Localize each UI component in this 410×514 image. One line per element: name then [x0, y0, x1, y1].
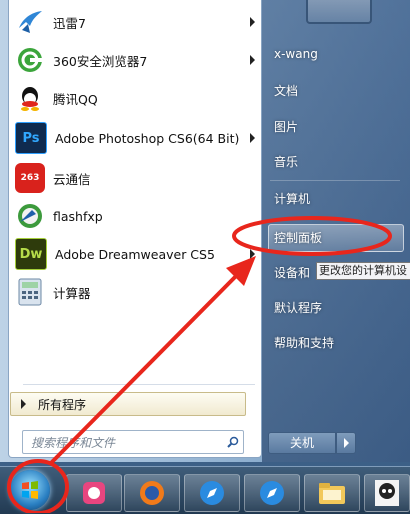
right-arrow-icon [21, 399, 26, 409]
photoshop-icon-text: Ps [22, 130, 40, 146]
search-input[interactable]: 搜索程序和文件 [23, 434, 223, 451]
compass-browser-icon [200, 481, 224, 505]
flashfxp-icon [15, 201, 45, 231]
program-item-360-browser[interactable]: 360安全浏览器7 [15, 42, 255, 78]
program-label: flashfxp [53, 208, 103, 224]
all-programs-label: 所有程序 [38, 397, 87, 412]
program-item-flashfxp[interactable]: flashfxp [15, 198, 255, 234]
submenu-arrow-icon[interactable] [250, 17, 255, 27]
pictures-link[interactable]: 图片 [274, 118, 298, 135]
taskbar-avatar-app[interactable] [364, 474, 410, 512]
firefox-icon [140, 481, 164, 505]
help-support-link[interactable]: 帮助和支持 [274, 334, 334, 351]
program-label: 360安全浏览器7 [53, 53, 148, 69]
divider [270, 180, 400, 181]
taskbar-firefox[interactable] [124, 474, 180, 512]
folder-icon [319, 483, 345, 504]
program-label: 计算器 [53, 285, 91, 301]
compass-browser-icon [260, 481, 284, 505]
program-item-qq[interactable]: 腾讯QQ [15, 80, 255, 116]
programs-pane: 迅雷7 360安全浏览器7 腾讯QQ Ps Adobe Photoshop CS… [8, 0, 262, 458]
qq-icon [15, 83, 45, 113]
photoshop-icon: Ps [15, 122, 47, 154]
devices-printers-link[interactable]: 设备和 [274, 264, 310, 281]
divider [23, 384, 255, 385]
program-label: Adobe Photoshop CS6(64 Bit) [55, 130, 240, 146]
shutdown-options-arrow-icon[interactable] [336, 432, 356, 454]
taskbar-chat-app[interactable] [66, 474, 122, 512]
program-item-thunder[interactable]: 迅雷7 [15, 4, 255, 40]
taskbar-explorer[interactable] [304, 474, 360, 512]
shutdown-button[interactable]: 关机 [268, 432, 336, 454]
music-link[interactable]: 音乐 [274, 153, 298, 170]
program-label: Adobe Dreamweaver CS5 [55, 246, 215, 262]
360-browser-icon [15, 45, 45, 75]
program-label: 腾讯QQ [53, 91, 98, 107]
taskbar-browser-1[interactable] [184, 474, 240, 512]
search-icon[interactable] [223, 436, 243, 448]
pink-chat-icon [83, 482, 105, 504]
dreamweaver-icon-text: Dw [19, 246, 43, 262]
taskbar-browser-2[interactable] [244, 474, 300, 512]
submenu-arrow-icon[interactable] [250, 55, 255, 65]
program-label: 迅雷7 [53, 15, 86, 31]
submenu-arrow-icon[interactable] [250, 249, 255, 259]
start-button[interactable] [10, 470, 50, 510]
control-panel-tooltip: 更改您的计算机设 [316, 262, 410, 280]
thunder-icon [15, 7, 45, 37]
program-item-photoshop[interactable]: Ps Adobe Photoshop CS6(64 Bit) [15, 120, 255, 156]
program-item-cloud-comm[interactable]: 263 云通信 [15, 160, 255, 196]
search-box[interactable]: 搜索程序和文件 [22, 430, 244, 454]
documents-link[interactable]: 文档 [274, 82, 298, 99]
cloud-comm-icon: 263 [15, 163, 45, 193]
all-programs-button[interactable]: 所有程序 [10, 392, 246, 416]
calculator-icon [15, 277, 45, 307]
program-item-dreamweaver[interactable]: Dw Adobe Dreamweaver CS5 [15, 236, 255, 272]
computer-link[interactable]: 计算机 [274, 190, 310, 207]
program-label: 云通信 [53, 171, 91, 187]
windows-logo-icon [22, 481, 38, 499]
control-panel-link[interactable]: 控制面板 [274, 229, 322, 246]
start-menu: 迅雷7 360安全浏览器7 腾讯QQ Ps Adobe Photoshop CS… [0, 0, 410, 462]
user-folder-link[interactable]: x-wang [274, 47, 318, 61]
default-programs-link[interactable]: 默认程序 [274, 299, 322, 316]
program-item-calculator[interactable]: 计算器 [15, 274, 255, 310]
cartoon-avatar-icon [375, 480, 399, 506]
cloud-comm-icon-text: 263 [20, 173, 40, 183]
dreamweaver-icon: Dw [15, 238, 47, 270]
submenu-arrow-icon[interactable] [250, 133, 255, 143]
